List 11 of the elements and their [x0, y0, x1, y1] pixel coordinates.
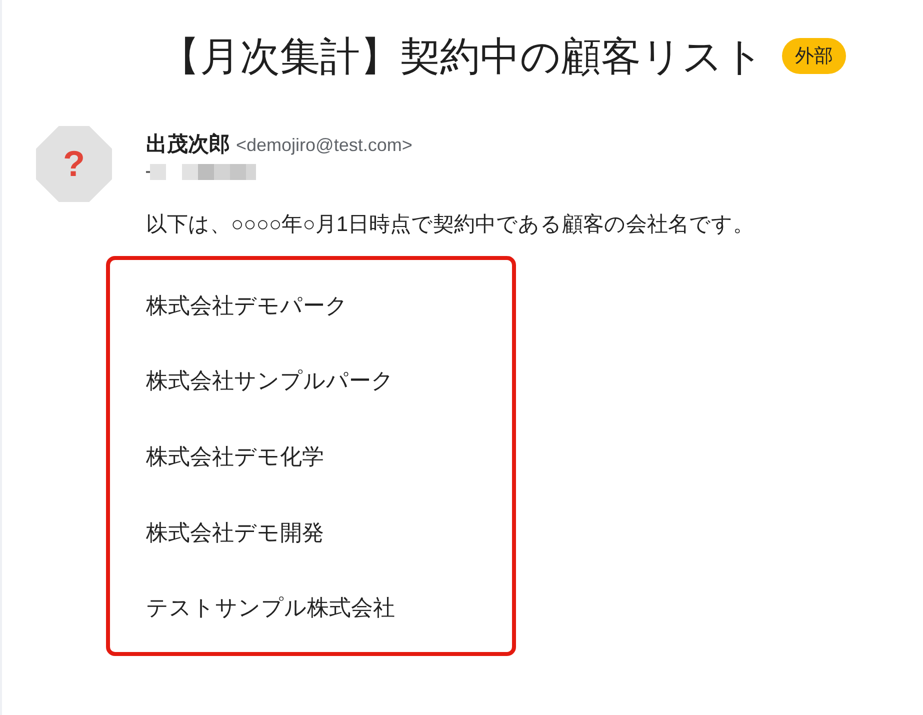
company-name: 株式会社デモ開発: [146, 518, 325, 547]
company-name: 株式会社サンプルパーク: [146, 367, 395, 396]
company-name: 株式会社デモパーク: [146, 292, 349, 320]
company-name: 株式会社デモ化学: [146, 442, 325, 471]
external-label: 外部: [782, 38, 846, 74]
sender-name: 出茂次郎: [146, 132, 230, 158]
company-name: テストサンプル株式会社: [146, 594, 396, 622]
email-subject: 【月次集計】契約中の顧客リスト: [160, 34, 764, 80]
message-text: 以下は、○○○○年○月1日時点で契約中である顧客の会社名です。: [146, 212, 754, 238]
sender-email: <demojiro@test.com>: [236, 135, 412, 156]
sender-avatar: ?: [36, 126, 112, 202]
